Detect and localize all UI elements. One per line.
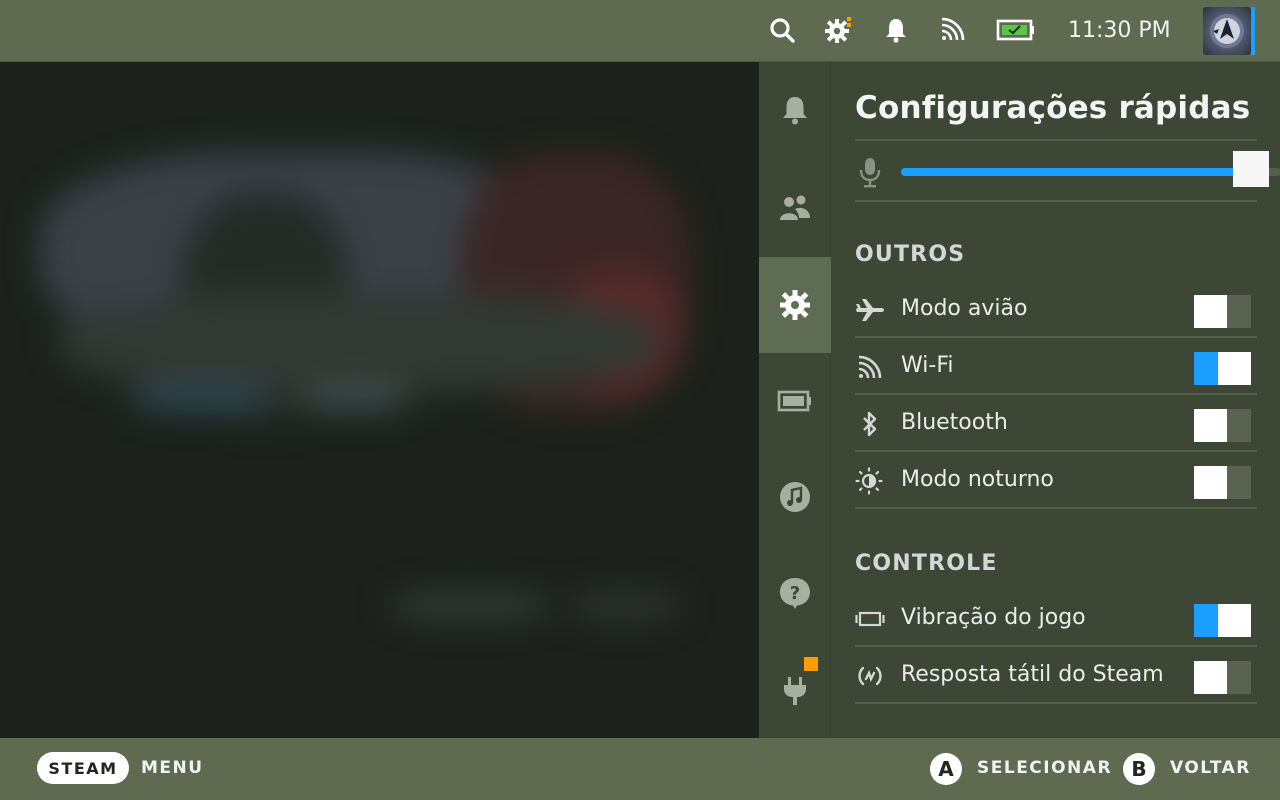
- row-label: Modo avião: [901, 296, 1028, 321]
- section-label-controle: CONTROLE: [855, 551, 998, 576]
- steam-button[interactable]: STEAM: [37, 752, 129, 784]
- wifi-icon: [855, 353, 885, 381]
- divider: [855, 200, 1257, 202]
- rumble-icon: [855, 605, 885, 633]
- toggle-knob: [1218, 604, 1251, 637]
- bluetooth-toggle[interactable]: [1194, 409, 1251, 442]
- night-mode-icon: [855, 467, 885, 495]
- quick-access-sidenav: ?: [759, 62, 831, 740]
- microphone-volume-row: [855, 150, 1280, 196]
- panel-title: Configurações rápidas: [855, 90, 1251, 126]
- bluetooth-icon: [855, 410, 885, 438]
- nav-performance[interactable]: [759, 353, 831, 449]
- nav-help[interactable]: ?: [759, 545, 831, 641]
- select-label[interactable]: SELECIONAR: [977, 758, 1112, 778]
- nav-notifications[interactable]: [759, 62, 831, 158]
- music-icon: [780, 482, 810, 512]
- slider-fill: [901, 168, 1251, 176]
- night-mode-toggle[interactable]: [1194, 466, 1251, 499]
- clock: 11:30 PM: [1068, 18, 1171, 43]
- bell-icon[interactable]: [880, 14, 912, 46]
- row-airplane-mode[interactable]: Modo avião: [855, 282, 1257, 338]
- row-label: Modo noturno: [901, 467, 1054, 492]
- back-label[interactable]: VOLTAR: [1170, 758, 1251, 778]
- a-button-glyph[interactable]: A: [930, 753, 962, 785]
- avatar[interactable]: [1203, 7, 1251, 55]
- row-label: Vibração do jogo: [901, 605, 1086, 630]
- wifi-toggle[interactable]: [1194, 352, 1251, 385]
- toggle-knob: [1218, 352, 1251, 385]
- nav-friends[interactable]: [759, 160, 831, 256]
- friends-icon: [780, 195, 810, 220]
- plug-icon: [784, 677, 806, 705]
- steam-haptics-toggle[interactable]: [1194, 661, 1251, 694]
- haptics-icon: [855, 662, 885, 690]
- game-background: [0, 62, 760, 738]
- microphone-icon: [857, 156, 883, 188]
- battery-icon: [777, 390, 811, 412]
- microphone-volume-slider[interactable]: [901, 151, 1280, 187]
- row-label: Resposta tátil do Steam: [901, 662, 1164, 687]
- airplane-icon: [855, 296, 885, 324]
- nav-music[interactable]: [759, 449, 831, 545]
- toggle-knob: [1194, 295, 1227, 328]
- row-wifi[interactable]: Wi-Fi: [855, 339, 1257, 395]
- toggle-knob: [1194, 466, 1227, 499]
- svg-text:?: ?: [790, 583, 800, 604]
- row-label: Bluetooth: [901, 410, 1008, 435]
- b-button-glyph[interactable]: B: [1123, 753, 1155, 785]
- row-bluetooth[interactable]: Bluetooth: [855, 396, 1257, 452]
- row-steam-haptics[interactable]: Resposta tátil do Steam: [855, 648, 1257, 704]
- bell-icon: [783, 97, 807, 125]
- row-game-rumble[interactable]: Vibração do jogo: [855, 591, 1257, 647]
- toggle-knob: [1194, 409, 1227, 442]
- help-icon: ?: [780, 578, 810, 609]
- gear-icon: [780, 290, 810, 320]
- top-bar: 11:30 PM: [0, 0, 1280, 62]
- notification-badge: [804, 657, 818, 671]
- wifi-icon[interactable]: [936, 14, 968, 46]
- nav-plugins[interactable]: [759, 641, 831, 737]
- toggle-knob: [1194, 661, 1227, 694]
- row-label: Wi-Fi: [901, 353, 954, 378]
- nav-quick-settings[interactable]: [759, 257, 831, 353]
- airplane-mode-toggle[interactable]: [1194, 295, 1251, 328]
- section-label-outros: OUTROS: [855, 242, 966, 267]
- settings-icon[interactable]: [822, 14, 854, 46]
- search-icon[interactable]: [766, 14, 798, 46]
- divider: [855, 139, 1257, 141]
- battery-icon[interactable]: [996, 14, 1036, 46]
- bottom-bar: STEAM MENU A SELECIONAR B VOLTAR: [0, 738, 1280, 800]
- slider-knob[interactable]: [1233, 151, 1269, 187]
- avatar-status-indicator: [1251, 7, 1255, 55]
- menu-label[interactable]: MENU: [141, 758, 204, 778]
- row-night-mode[interactable]: Modo noturno: [855, 453, 1257, 509]
- game-rumble-toggle[interactable]: [1194, 604, 1251, 637]
- quick-settings-panel: Configurações rápidas OUTROS Modo avião: [831, 62, 1280, 740]
